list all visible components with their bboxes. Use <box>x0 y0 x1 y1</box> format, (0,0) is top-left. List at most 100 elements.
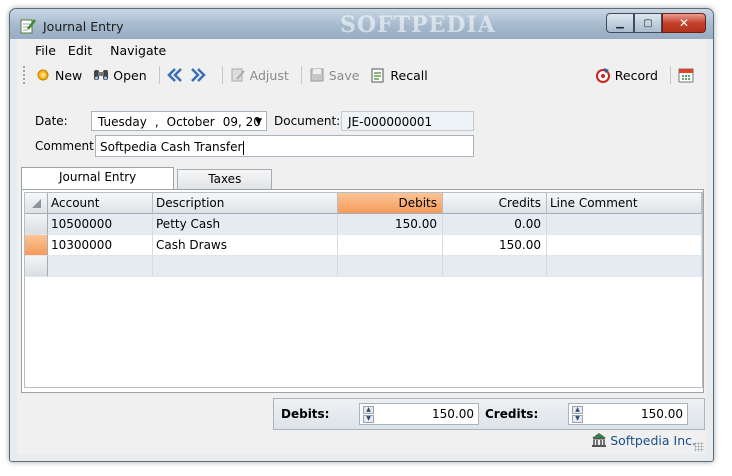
double-chevron-right-icon <box>190 68 206 82</box>
maximize-icon: ▢ <box>643 17 653 29</box>
adjust-icon <box>231 68 245 82</box>
save-button[interactable]: Save <box>306 63 363 87</box>
recall-label: Recall <box>390 67 428 83</box>
table-row[interactable]: 10300000 Cash Draws 150.00 <box>25 235 702 256</box>
row-header-current[interactable] <box>25 235 48 256</box>
row-header[interactable] <box>25 256 48 277</box>
double-chevron-left-icon <box>166 68 182 82</box>
debits-total-field[interactable]: ▲ ▼ 150.00 <box>359 403 479 425</box>
row-header[interactable] <box>25 214 48 235</box>
save-disk-icon <box>310 68 324 82</box>
description-cell[interactable] <box>153 256 338 277</box>
account-cell[interactable]: 10300000 <box>48 235 153 256</box>
debits-cell[interactable]: 150.00 <box>338 214 443 235</box>
close-button[interactable]: ✕ <box>662 13 706 33</box>
column-header-debits[interactable]: Debits <box>338 193 443 214</box>
date-label: Date: <box>35 114 68 128</box>
date-separator: , <box>154 115 159 129</box>
debits-total-value: 150.00 <box>432 407 474 421</box>
bank-building-icon <box>592 433 607 447</box>
spin-down-icon[interactable]: ▼ <box>572 415 583 423</box>
description-cell[interactable]: Cash Draws <box>153 235 338 256</box>
open-binoculars-icon <box>94 70 109 80</box>
line-comment-cell[interactable] <box>547 235 702 256</box>
open-label: Open <box>113 67 147 83</box>
close-icon: ✕ <box>678 16 690 30</box>
line-comment-cell[interactable] <box>547 256 702 277</box>
maximize-button[interactable]: ▢ <box>634 13 662 33</box>
client-area: File Edit Navigate New Open Adjust Save … <box>17 39 706 454</box>
column-header-credits[interactable]: Credits <box>443 193 547 214</box>
dropdown-arrow-icon[interactable]: ▼ <box>255 112 262 132</box>
column-header-line-comment[interactable]: Line Comment <box>547 193 702 214</box>
company-link[interactable]: Softpedia Inc. <box>591 432 696 448</box>
adjust-label: Adjust <box>249 67 289 83</box>
new-sun-icon <box>37 69 49 81</box>
toolbar-separator <box>158 66 160 84</box>
document-field: JE-000000001 <box>341 111 474 131</box>
account-cell[interactable] <box>48 256 153 277</box>
spin-down-icon[interactable]: ▼ <box>363 415 374 423</box>
debits-cell[interactable] <box>338 256 443 277</box>
comment-text: Softpedia Cash Transfer <box>100 140 243 154</box>
toolbar-grip[interactable] <box>23 66 28 84</box>
description-cell[interactable]: Petty Cash <box>153 214 338 235</box>
line-comment-cell[interactable] <box>547 214 702 235</box>
date-weekday: Tuesday <box>98 115 147 129</box>
next-button[interactable] <box>187 63 213 87</box>
journal-grid: Account Description Debits Credits Line … <box>24 192 703 388</box>
title-bar[interactable]: Journal Entry SOFTPEDIA ▁ ▢ ✕ <box>10 9 713 39</box>
credits-total-value: 150.00 <box>641 407 683 421</box>
text-cursor <box>243 140 245 155</box>
menu-edit[interactable]: Edit <box>66 43 108 58</box>
journal-app-icon <box>20 19 36 34</box>
minimize-button[interactable]: ▁ <box>606 13 634 33</box>
recall-button[interactable]: Recall <box>367 63 430 87</box>
spin-up-icon[interactable]: ▲ <box>572 406 583 414</box>
toolbar-separator <box>300 66 302 84</box>
menu-navigate[interactable]: Navigate <box>108 43 182 58</box>
credits-total-label: Credits: <box>485 407 539 421</box>
totals-bar: Debits: ▲ ▼ 150.00 Credits: ▲ ▼ 150.00 <box>273 398 705 430</box>
toolbar: New Open Adjust Save Recall Record <box>17 61 706 89</box>
select-all-corner[interactable] <box>25 193 48 214</box>
open-button[interactable]: Open <box>90 63 149 87</box>
record-icon <box>595 68 610 83</box>
window-title: Journal Entry <box>43 19 124 34</box>
comment-label: Comment: <box>35 139 98 153</box>
minimize-icon: ▁ <box>616 17 624 29</box>
new-row[interactable] <box>25 256 702 277</box>
save-label: Save <box>328 67 360 83</box>
tab-taxes[interactable]: Taxes <box>177 169 273 189</box>
comment-input[interactable]: Softpedia Cash Transfer <box>95 135 474 157</box>
table-row[interactable]: 10500000 Petty Cash 150.00 0.00 <box>25 214 702 235</box>
spin-up-icon[interactable]: ▲ <box>363 406 374 414</box>
credits-cell[interactable]: 150.00 <box>443 235 547 256</box>
document-label: Document: <box>274 114 341 128</box>
column-header-account[interactable]: Account <box>48 193 153 214</box>
resize-grip[interactable] <box>694 442 704 452</box>
corner-triangle-icon <box>32 199 41 208</box>
new-label: New <box>55 67 83 83</box>
spin-buttons[interactable]: ▲ ▼ <box>363 406 374 423</box>
credits-cell[interactable]: 0.00 <box>443 214 547 235</box>
adjust-button[interactable]: Adjust <box>227 63 292 87</box>
grid-header-row: Account Description Debits Credits Line … <box>25 193 702 214</box>
journal-grid-panel: Account Description Debits Credits Line … <box>21 189 704 393</box>
spin-buttons[interactable]: ▲ ▼ <box>572 406 583 423</box>
account-cell[interactable]: 10500000 <box>48 214 153 235</box>
journal-entry-window: Journal Entry SOFTPEDIA ▁ ▢ ✕ File Edit … <box>9 8 714 462</box>
column-header-description[interactable]: Description <box>153 193 338 214</box>
previous-button[interactable] <box>164 63 187 87</box>
menu-file[interactable]: File <box>17 43 66 58</box>
calendar-button[interactable] <box>675 63 701 87</box>
new-button[interactable]: New <box>32 63 85 87</box>
tab-journal-entry[interactable]: Journal Entry <box>21 167 175 189</box>
record-button[interactable]: Record <box>592 63 661 87</box>
credits-total-field[interactable]: ▲ ▼ 150.00 <box>568 403 688 425</box>
date-picker[interactable]: Tuesday, October 09, 20 ▼ <box>91 111 267 131</box>
debits-cell[interactable] <box>338 235 443 256</box>
debits-total-label: Debits: <box>281 407 330 421</box>
credits-cell[interactable] <box>443 256 547 277</box>
menu-bar: File Edit Navigate <box>17 39 706 61</box>
